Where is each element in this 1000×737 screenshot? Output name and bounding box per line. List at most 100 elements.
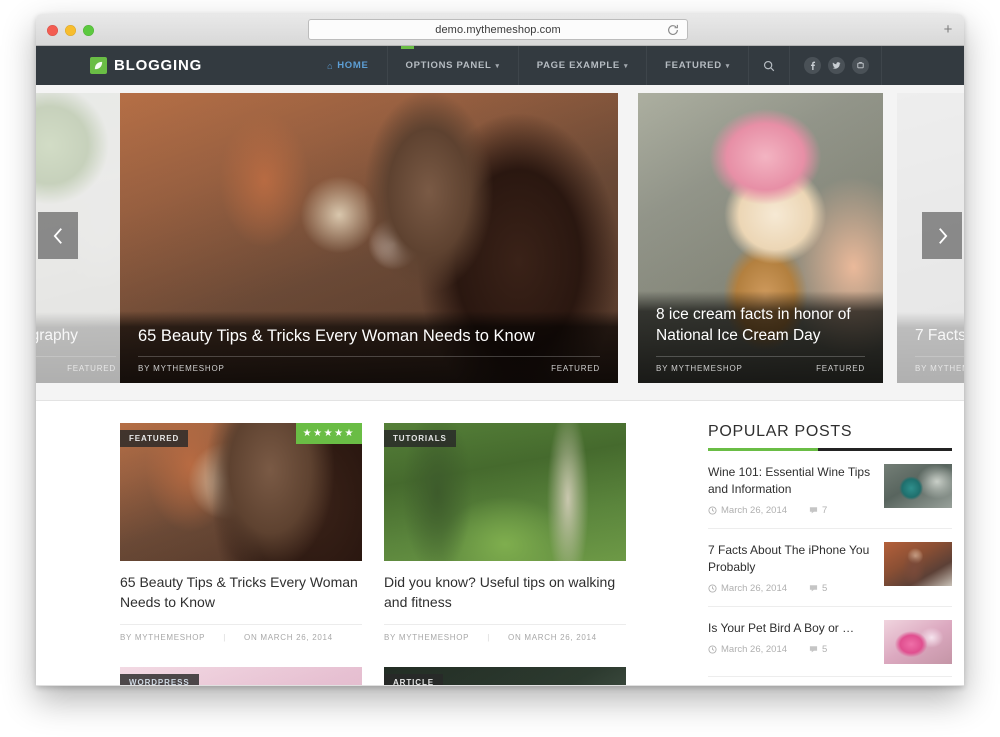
post-date: March 26, 2014 [708,583,787,594]
site-navbar: BLOGGING ⌂ HOME OPTIONS PANEL ▾ PAGE EXA… [36,46,964,85]
slide-active[interactable]: 65 Beauty Tips & Tricks Every Woman Need… [120,93,618,383]
post-thumbnail[interactable]: ARTICLE [384,666,626,686]
slide-author: BY MYTHEMESHOP [656,364,743,373]
post-author: BY MYTHEMESHOP [384,632,470,642]
browser-titlebar: demo.mythemeshop.com + [36,14,964,46]
post-title[interactable]: Did you know? Useful tips on walking and… [384,573,626,613]
post-thumbnail[interactable]: TUTORIALS [384,423,626,561]
slide-title: 65 Beauty Tips & Tricks Every Woman Need… [138,326,535,345]
nav-item-featured[interactable]: FEATURED ▾ [646,46,748,85]
post-date: ON MARCH 26, 2014 [508,632,597,642]
nav-label: PAGE EXAMPLE [536,60,620,71]
nav-item-options-panel[interactable]: OPTIONS PANEL ▾ [386,46,518,85]
category-badge[interactable]: FEATURED [120,430,189,447]
post-date: March 26, 2014 [708,505,787,516]
widget-title-popular-posts: POPULAR POSTS [708,423,853,440]
popular-post-text: Wine 101: Essential Wine Tips and Inform… [708,464,872,516]
slide-tag: FEATURED [551,364,600,373]
popular-post-meta: March 26, 2014 7 [708,505,872,516]
slide-tag: FEATURED [816,364,865,373]
slide-next[interactable]: 8 ice cream facts in honor of National I… [638,93,883,383]
post-thumbnail[interactable]: FEATURED ★★★★★ [120,423,362,561]
popular-post-item[interactable]: Is Your Pet Bird A Boy or … March 26, 20… [708,607,952,678]
page-bottom-edge [36,685,964,686]
address-bar[interactable]: demo.mythemeshop.com [308,19,688,40]
chevron-right-icon [938,227,947,244]
post-meta: BY MYTHEMESHOP | ON MARCH 26, 2014 [384,623,626,642]
popular-post-thumbnail[interactable] [884,464,952,508]
popular-post-thumbnail[interactable] [884,542,952,587]
new-tab-button[interactable]: + [940,22,956,38]
post-title[interactable]: 65 Beauty Tips & Tricks Every Woman Need… [120,573,362,613]
popular-post-title[interactable]: 7 Facts About The iPhone You Probably [708,542,872,576]
popular-post-item[interactable]: 7 Facts About The iPhone You Probably Ma… [708,529,952,608]
url-text: demo.mythemeshop.com [435,23,561,36]
home-icon: ⌂ [327,60,334,71]
twitter-icon[interactable] [828,57,845,74]
meta-separator: | [487,632,491,642]
slide-author: BY MYTHEME [915,364,964,373]
comment-count: 5 [809,644,827,655]
reload-icon[interactable] [666,23,680,37]
post-author: BY MYTHEMESHOP [120,632,206,642]
popular-post-title[interactable]: Wine 101: Essential Wine Tips and Inform… [708,464,872,498]
facebook-icon[interactable] [804,57,821,74]
slider-next-button[interactable] [922,212,962,259]
post-card[interactable]: WORDPRESS [120,666,362,686]
window-controls[interactable] [47,25,94,36]
social-links [804,57,869,74]
slide-caption: 8 ice cream facts in honor of National I… [638,291,883,383]
category-badge[interactable]: TUTORIALS [384,430,456,447]
post-card[interactable]: TUTORIALS Did you know? Useful tips on w… [384,423,626,642]
navbar-filler [881,46,964,85]
chevron-down-icon: ▾ [725,62,730,70]
slide-caption: 7 Facts BY MYTHEME [897,312,964,383]
slide-meta: FEATURED [36,356,116,373]
popular-post-meta: March 26, 2014 5 [708,644,872,655]
slide-caption: 65 Beauty Tips & Tricks Every Woman Need… [120,310,618,383]
minimize-window-button[interactable] [65,25,76,36]
comment-text: 5 [822,644,828,656]
clock-icon [708,645,717,654]
slide-title: ography [36,327,79,345]
comment-icon [809,585,818,592]
nav-item-page-example[interactable]: PAGE EXAMPLE ▾ [517,46,646,85]
zoom-window-button[interactable] [83,25,94,36]
slide-meta: BY MYTHEMESHOP FEATURED [656,356,865,373]
post-date: March 26, 2014 [708,644,787,655]
post-grid: FEATURED ★★★★★ 65 Beauty Tips & Tricks E… [120,423,680,686]
slide-tag: FEATURED [67,364,116,373]
site-logo[interactable]: BLOGGING [90,57,202,74]
popular-post-thumbnail[interactable] [884,620,952,665]
close-window-button[interactable] [47,25,58,36]
nav-label: OPTIONS PANEL [405,60,492,71]
date-text: March 26, 2014 [721,505,788,517]
popular-post-title[interactable]: Is Your Pet Bird A Boy or … [708,620,872,637]
post-card[interactable]: ARTICLE [384,666,626,686]
comment-text: 5 [822,583,828,595]
post-meta: BY MYTHEMESHOP | ON MARCH 26, 2014 [120,623,362,642]
main-menu: ⌂ HOME OPTIONS PANEL ▾ PAGE EXAMPLE ▾ FE… [309,46,748,85]
clock-icon [708,584,717,593]
nav-label: HOME [337,60,369,71]
popular-post-text: Is Your Pet Bird A Boy or … March 26, 20… [708,620,872,655]
popular-post-meta: March 26, 2014 5 [708,583,872,594]
post-thumbnail[interactable]: WORDPRESS [120,666,362,686]
post-card[interactable]: FEATURED ★★★★★ 65 Beauty Tips & Tricks E… [120,423,362,642]
search-icon[interactable] [748,46,790,85]
date-text: March 26, 2014 [721,583,788,595]
clock-icon [708,506,717,515]
popular-post-item[interactable]: Wine 101: Essential Wine Tips and Inform… [708,451,952,530]
nav-label: FEATURED [665,60,722,71]
site-viewport: BLOGGING ⌂ HOME OPTIONS PANEL ▾ PAGE EXA… [36,46,964,686]
comment-count: 7 [809,505,827,516]
chevron-left-icon [53,227,62,244]
rss-icon[interactable] [852,57,869,74]
slide-meta: BY MYTHEME [915,356,964,373]
post-date: ON MARCH 26, 2014 [244,632,333,642]
slide-title: 8 ice cream facts in honor of National I… [656,306,851,345]
nav-item-home[interactable]: ⌂ HOME [309,46,386,85]
slide-meta: BY MYTHEMESHOP FEATURED [138,356,600,373]
meta-separator: | [223,632,227,642]
slider-prev-button[interactable] [38,212,78,259]
